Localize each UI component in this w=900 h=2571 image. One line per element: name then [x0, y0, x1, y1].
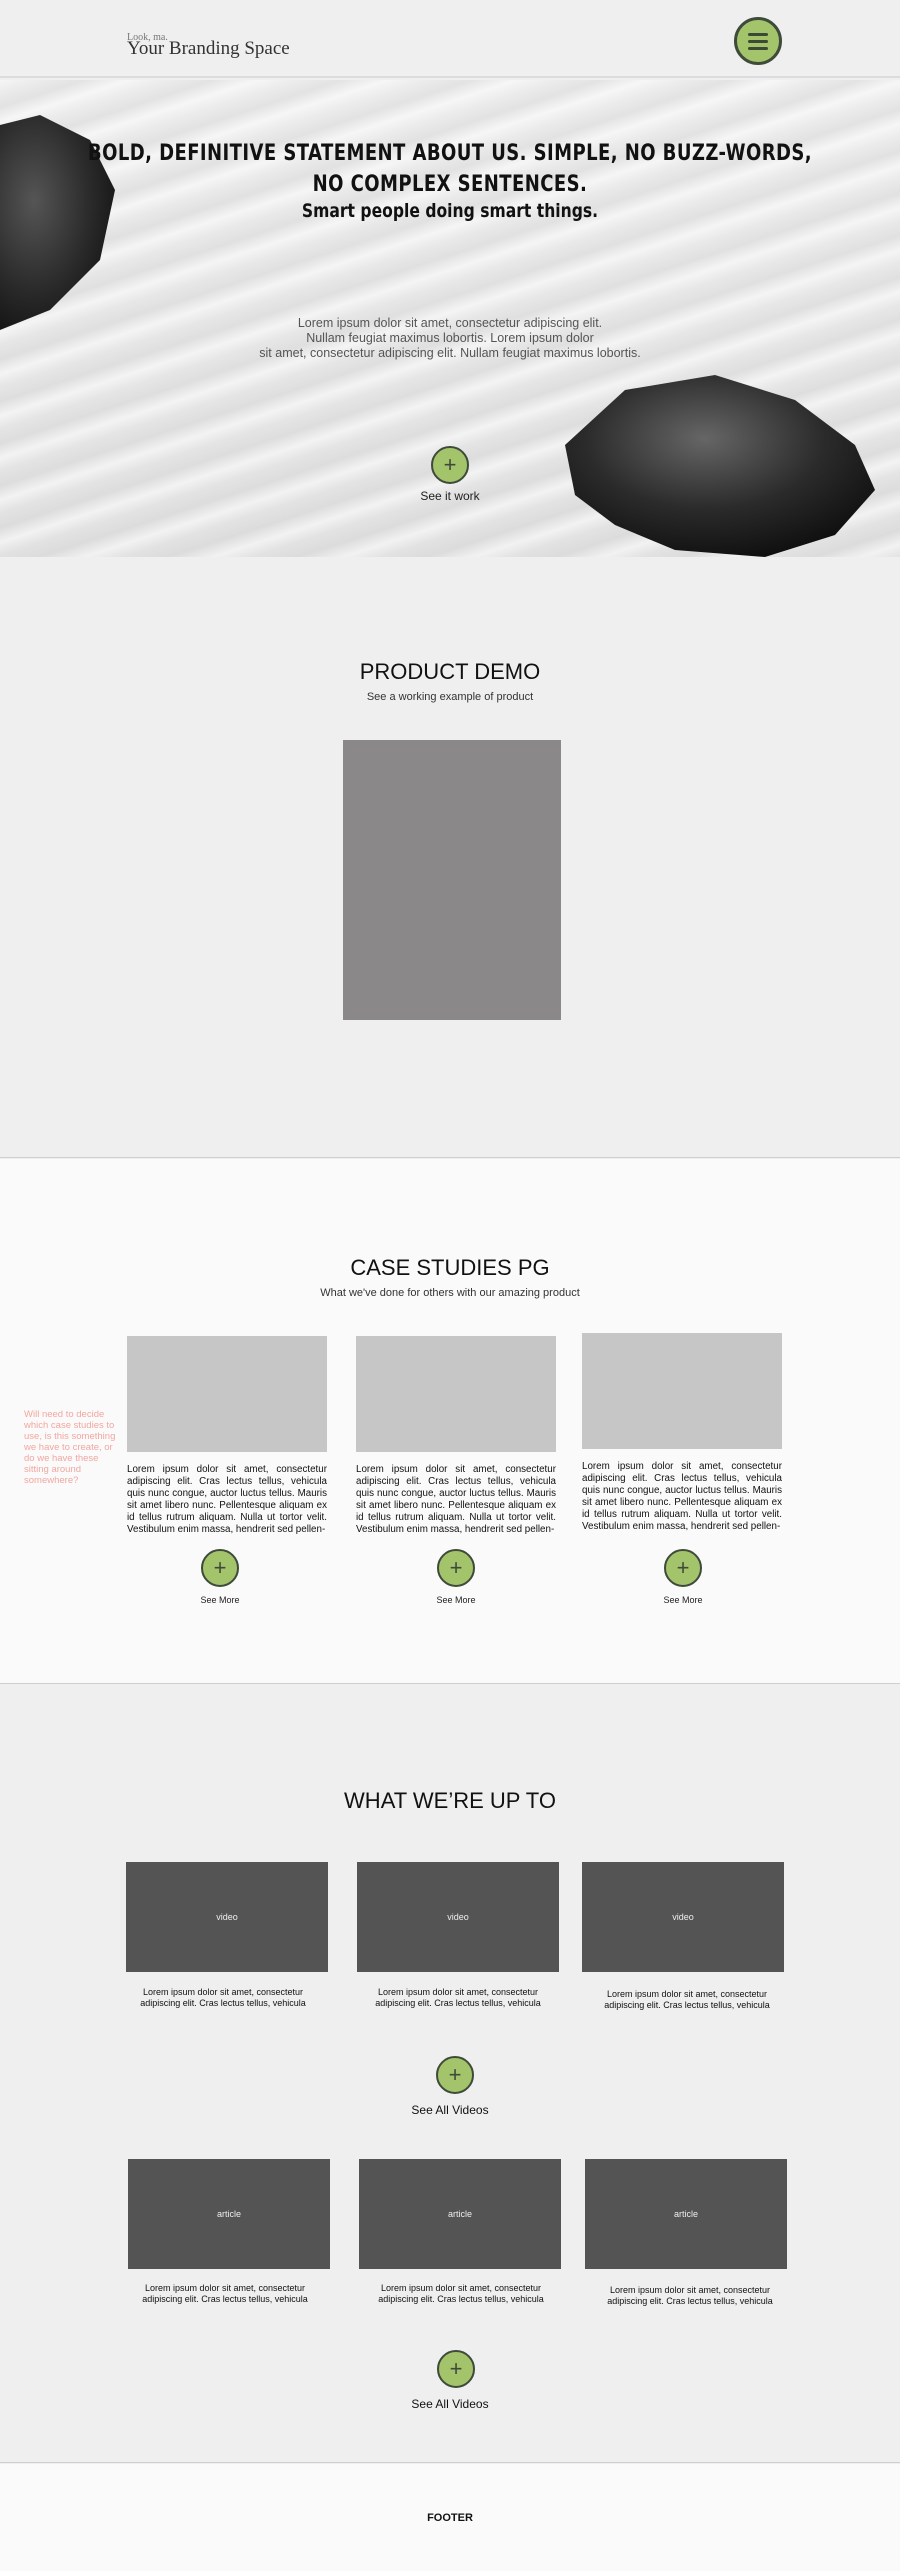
article-caption-line-2: adipiscing elit. Cras lectus tellus, veh…: [378, 2294, 544, 2304]
designer-note: Will need to decide which case studies t…: [24, 1409, 116, 1486]
plus-icon: +: [213, 1555, 227, 1580]
product-demo-video[interactable]: [343, 740, 561, 1020]
site-footer: FOOTER: [0, 2464, 900, 2571]
plus-icon: +: [443, 452, 457, 477]
video-caption-line-2: adipiscing elit. Cras lectus tellus, veh…: [375, 1998, 541, 2008]
see-more-button[interactable]: +: [201, 1549, 239, 1587]
case-study-image[interactable]: [127, 1336, 327, 1452]
product-demo-section: PRODUCT DEMO See a working example of pr…: [0, 557, 900, 1158]
hamburger-icon: [748, 32, 768, 36]
article-caption-line-1: Lorem ipsum dolor sit amet, consectetur: [609, 2285, 771, 2295]
article-caption: Lorem ipsum dolor sit amet, consectetur …: [360, 2283, 562, 2305]
article-label: article: [447, 2209, 472, 2219]
case-study-text: Lorem ipsum dolor sit amet, consectetur …: [127, 1464, 327, 1535]
case-studies-subtitle: What we've done for others with our amaz…: [320, 1287, 580, 1299]
video-caption-line-2: adipiscing elit. Cras lectus tellus, veh…: [604, 2000, 770, 2010]
plus-icon: +: [449, 2356, 463, 2381]
video-caption-line-1: Lorem ipsum dolor sit amet, consectetur: [377, 1987, 539, 1997]
video-caption: Lorem ipsum dolor sit amet, consectetur …: [586, 1989, 788, 2011]
plus-icon: +: [448, 2062, 462, 2087]
video-caption-line-2: adipiscing elit. Cras lectus tellus, veh…: [140, 1998, 306, 2008]
video-caption-line-1: Lorem ipsum dolor sit amet, consectetur: [606, 1989, 768, 1999]
case-study-image[interactable]: [582, 1333, 782, 1449]
video-label: video: [447, 1912, 469, 1922]
case-study-card: Lorem ipsum dolor sit amet, consectetur …: [127, 1336, 327, 1536]
see-more-link[interactable]: See More: [180, 1595, 260, 1605]
article-thumbnail[interactable]: article: [128, 2159, 330, 2269]
case-studies-section: CASE STUDIES PG What we've done for othe…: [0, 1159, 900, 1684]
see-more-button[interactable]: +: [437, 1549, 475, 1587]
article-label: article: [673, 2209, 698, 2219]
see-more-link[interactable]: See More: [643, 1595, 723, 1605]
article-thumbnail[interactable]: article: [585, 2159, 787, 2269]
hero-subtitle: Smart people doing smart things.: [301, 200, 599, 222]
video-label: video: [216, 1912, 238, 1922]
hero-title: BOLD, DEFINITIVE STATEMENT ABOUT US. SIM…: [81, 138, 819, 200]
article-caption: Lorem ipsum dolor sit amet, consectetur …: [589, 2285, 791, 2307]
article-thumbnail[interactable]: article: [359, 2159, 561, 2269]
hero-description-line-3: sit amet, consectetur adipiscing elit. N…: [259, 346, 641, 360]
menu-button[interactable]: [734, 17, 782, 65]
case-study-text: Lorem ipsum dolor sit amet, consectetur …: [582, 1461, 782, 1532]
see-all-videos-link[interactable]: See All Videos: [0, 2103, 900, 2117]
video-caption: Lorem ipsum dolor sit amet, consectetur …: [357, 1987, 559, 2009]
hero-section: BOLD, DEFINITIVE STATEMENT ABOUT US. SIM…: [0, 80, 900, 557]
case-studies-title: CASE STUDIES PG: [350, 1255, 550, 1280]
case-study-text: Lorem ipsum dolor sit amet, consectetur …: [356, 1464, 556, 1535]
see-it-work-link[interactable]: See it work: [0, 489, 900, 503]
article-caption-line-1: Lorem ipsum dolor sit amet, consectetur: [144, 2283, 306, 2293]
hero-title-line-2: NO COMPLEX SENTENCES.: [312, 172, 588, 197]
hero-description-line-1: Lorem ipsum dolor sit amet, consectetur …: [297, 316, 603, 330]
see-all-articles-button[interactable]: +: [437, 2350, 475, 2388]
video-thumbnail[interactable]: video: [126, 1862, 328, 1972]
see-it-work-button[interactable]: +: [431, 446, 469, 484]
article-label: article: [216, 2209, 241, 2219]
product-demo-title: PRODUCT DEMO: [359, 659, 541, 684]
see-more-button[interactable]: +: [664, 1549, 702, 1587]
hero-description-line-2: Nullam feugiat maximus lobortis. Lorem i…: [306, 331, 594, 345]
article-caption-line-2: adipiscing elit. Cras lectus tellus, veh…: [607, 2296, 773, 2306]
see-all-videos-button[interactable]: +: [436, 2056, 474, 2094]
hero-title-line-1: BOLD, DEFINITIVE STATEMENT ABOUT US. SIM…: [87, 141, 813, 166]
see-more-link[interactable]: See More: [416, 1595, 496, 1605]
footer-label: FOOTER: [427, 2512, 473, 2524]
plus-icon: +: [449, 1555, 463, 1580]
article-caption-line-1: Lorem ipsum dolor sit amet, consectetur: [380, 2283, 542, 2293]
video-thumbnail[interactable]: video: [357, 1862, 559, 1972]
plus-icon: +: [676, 1555, 690, 1580]
site-header: Look, ma. Your Branding Space: [0, 0, 900, 78]
up-to-title: WHAT WE’RE UP TO: [344, 1788, 556, 1813]
video-caption-line-1: Lorem ipsum dolor sit amet, consectetur: [142, 1987, 304, 1997]
hamburger-icon-line: [748, 39, 768, 43]
product-demo-subtitle: See a working example of product: [366, 691, 534, 703]
case-study-image[interactable]: [356, 1336, 556, 1452]
case-study-card: Lorem ipsum dolor sit amet, consectetur …: [356, 1336, 556, 1536]
article-caption: Lorem ipsum dolor sit amet, consectetur …: [124, 2283, 326, 2305]
video-label: video: [672, 1912, 694, 1922]
hamburger-icon-line: [748, 46, 768, 50]
rock-right-image: [565, 375, 875, 557]
video-caption: Lorem ipsum dolor sit amet, consectetur …: [122, 1987, 324, 2009]
video-thumbnail[interactable]: video: [582, 1862, 784, 1972]
up-to-section: WHAT WE’RE UP TO video video video Lorem…: [0, 1685, 900, 2463]
article-caption-line-2: adipiscing elit. Cras lectus tellus, veh…: [142, 2294, 308, 2304]
case-study-card: Lorem ipsum dolor sit amet, consectetur …: [582, 1333, 782, 1533]
see-all-articles-link[interactable]: See All Videos: [0, 2397, 900, 2411]
brand-name[interactable]: Your Branding Space: [127, 38, 290, 60]
hero-description: Lorem ipsum dolor sit amet, consectetur …: [230, 316, 670, 361]
